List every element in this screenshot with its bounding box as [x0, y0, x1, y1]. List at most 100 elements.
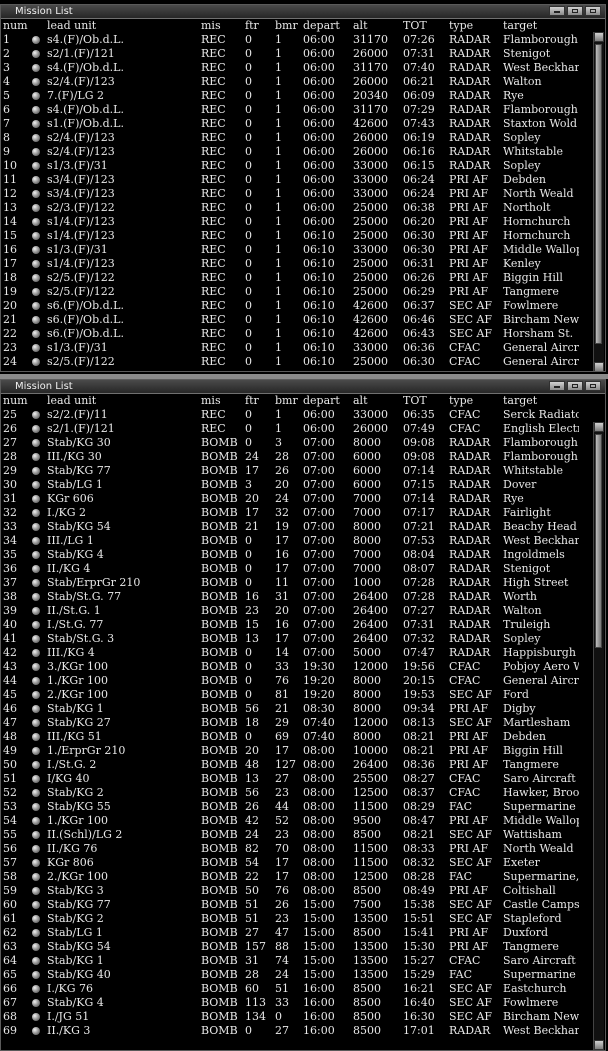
col-header-depart[interactable]: depart: [303, 394, 353, 408]
scroll-thumb[interactable]: [595, 434, 602, 648]
scrollbar[interactable]: [593, 422, 604, 1050]
table-row[interactable]: 23 s1/3.(F)/31 REC 0 1 06:10 33000 06:36 CFAC Gen…: [1, 341, 605, 355]
col-header-depart[interactable]: depart: [303, 19, 353, 33]
scroll-up-button[interactable]: [594, 32, 604, 42]
table-row[interactable]: 68 I./JG 51 BOMB 134 0 16:00 8500 16:30 SEC AF Bi…: [1, 1010, 605, 1024]
table-row[interactable]: 31 KGr 606 BOMB 20 24 07:00 7000 07:14 RADAR Rye: [1, 492, 605, 506]
table-row[interactable]: 66 I./KG 76 BOMB 60 51 16:00 8500 16:21 SEC AF Ea…: [1, 982, 605, 996]
table-row[interactable]: 24 s2/5.(F)/122 REC 0 1 06:10 25000 06:30 CFAC Ge…: [1, 355, 605, 369]
table-row[interactable]: 11 s3/4.(F)/123 REC 0 1 06:00 33000 06:24 PRI AF…: [1, 173, 605, 187]
table-row[interactable]: 5 7.(F)/LG 2 REC 0 1 06:00 20340 06:09 RADAR Rye: [1, 89, 605, 103]
table-row[interactable]: 18 s2/5.(F)/122 REC 0 1 06:10 25000 06:26 PRI AF…: [1, 271, 605, 285]
col-header-ftr[interactable]: ftr: [245, 19, 275, 33]
table-row[interactable]: 6 s4.(F)/Ob.d.L. REC 0 1 06:00 31170 07:29 RADAR…: [1, 103, 605, 117]
col-header-alt[interactable]: alt: [353, 394, 403, 408]
table-row[interactable]: 38 Stab/St.G. 77 BOMB 16 31 07:00 26400 07:28 RA…: [1, 590, 605, 604]
title-bar[interactable]: Mission List: [1, 5, 605, 19]
restore-button[interactable]: [585, 381, 601, 391]
table-row[interactable]: 69 II./KG 3 BOMB 0 27 16:00 8500 17:01 RADAR West…: [1, 1024, 605, 1038]
table-row[interactable]: 8 s2/4.(F)/123 REC 0 1 06:00 26000 06:19 RADAR So…: [1, 131, 605, 145]
table-row[interactable]: 63 Stab/KG 54 BOMB 157 88 15:00 13500 15:30 PRI …: [1, 940, 605, 954]
table-row[interactable]: 37 Stab/ErprGr 210 BOMB 0 11 07:00 1000 07:28 RA…: [1, 576, 605, 590]
scroll-thumb[interactable]: [595, 44, 602, 344]
col-header-bmr[interactable]: bmr: [275, 394, 303, 408]
table-row[interactable]: 46 Stab/KG 1 BOMB 56 21 08:30 8000 09:34 PRI AF D…: [1, 702, 605, 716]
table-row[interactable]: 25 s2/2.(F)/11 REC 0 1 06:00 33000 06:35 CFAC Ser…: [1, 408, 605, 422]
col-header-num[interactable]: num: [1, 19, 31, 33]
table-row[interactable]: 7 s1.(F)/Ob.d.L. REC 0 1 06:00 42600 07:43 RADAR…: [1, 117, 605, 131]
table-row[interactable]: 17 s1/4.(F)/123 REC 0 1 06:10 25000 06:31 PRI AF…: [1, 257, 605, 271]
scroll-up-button[interactable]: [594, 422, 604, 432]
scrollbar[interactable]: [593, 32, 604, 371]
scroll-down-button[interactable]: [594, 362, 604, 371]
col-header-tot[interactable]: TOT: [403, 19, 449, 33]
col-header-type[interactable]: type: [449, 394, 503, 408]
table-row[interactable]: 49 1./ErprGr 210 BOMB 20 17 08:00 10000 08:21 PR…: [1, 744, 605, 758]
col-header-bmr[interactable]: bmr: [275, 19, 303, 33]
col-header-lead-unit[interactable]: lead unit: [47, 394, 201, 408]
table-row[interactable]: 1 s4.(F)/Ob.d.L. REC 0 1 06:00 31170 07:26 RADAR…: [1, 33, 605, 47]
table-row[interactable]: 51 I/KG 40 BOMB 13 27 08:00 25500 08:27 CFAC Saro…: [1, 772, 605, 786]
col-header-ftr[interactable]: ftr: [245, 394, 275, 408]
col-header-mis[interactable]: mis: [201, 19, 245, 33]
table-row[interactable]: 26 s2/1.(F)/121 REC 0 1 06:00 26000 07:49 CFAC En…: [1, 422, 605, 436]
table-row[interactable]: 34 III./LG 1 BOMB 0 17 07:00 8000 07:53 RADAR Wes…: [1, 534, 605, 548]
table-row[interactable]: 56 II./KG 76 BOMB 82 70 08:00 11500 08:33 PRI AF…: [1, 842, 605, 856]
table-row[interactable]: 44 1./KGr 100 BOMB 0 76 19:20 8000 20:15 CFAC Gen…: [1, 674, 605, 688]
col-header-num[interactable]: num: [1, 394, 31, 408]
table-row[interactable]: 16 s1/3.(F)/31 REC 0 1 06:10 33000 06:30 PRI AF M…: [1, 243, 605, 257]
scroll-down-button[interactable]: [594, 1040, 604, 1050]
col-header-type[interactable]: type: [449, 19, 503, 33]
col-header-alt[interactable]: alt: [353, 19, 403, 33]
table-row[interactable]: 19 s2/5.(F)/122 REC 0 1 06:10 25000 06:29 PRI AF…: [1, 285, 605, 299]
table-row[interactable]: 13 s2/3.(F)/122 REC 0 1 06:00 25000 06:38 PRI AF…: [1, 201, 605, 215]
table-row[interactable]: 61 Stab/KG 2 BOMB 51 23 15:00 13500 15:51 SEC AF…: [1, 912, 605, 926]
table-row[interactable]: 59 Stab/KG 3 BOMB 50 76 08:00 8500 08:49 PRI AF C…: [1, 884, 605, 898]
table-row[interactable]: 64 Stab/KG 1 BOMB 31 74 15:00 13500 15:27 CFAC Sa…: [1, 954, 605, 968]
col-header-target[interactable]: target: [503, 19, 579, 33]
table-row[interactable]: 32 I./KG 2 BOMB 17 32 07:00 7000 07:17 RADAR Fair…: [1, 506, 605, 520]
col-header-tot[interactable]: TOT: [403, 394, 449, 408]
table-row[interactable]: 9 s2/4.(F)/123 REC 0 1 06:00 26000 06:16 RADAR Wh…: [1, 145, 605, 159]
table-row[interactable]: 57 KGr 806 BOMB 54 17 08:00 11500 08:32 SEC AF Ex…: [1, 856, 605, 870]
table-row[interactable]: 55 II.(Schl)/LG 2 BOMB 24 23 08:00 8500 08:21 SE…: [1, 828, 605, 842]
col-header-mis[interactable]: mis: [201, 394, 245, 408]
table-row[interactable]: 39 II./St.G. 1 BOMB 23 20 07:00 26400 07:27 RADA…: [1, 604, 605, 618]
table-row[interactable]: 42 III./KG 4 BOMB 0 14 07:00 5000 07:47 RADAR Hap…: [1, 646, 605, 660]
restore-button[interactable]: [585, 6, 601, 16]
col-header-target[interactable]: target: [503, 394, 579, 408]
maximize-button[interactable]: [567, 6, 583, 16]
table-row[interactable]: 10 s1/3.(F)/31 REC 0 1 06:00 33000 06:15 RADAR So…: [1, 159, 605, 173]
table-row[interactable]: 29 Stab/KG 77 BOMB 17 26 07:00 6000 07:14 RADAR W…: [1, 464, 605, 478]
table-row[interactable]: 2 s2/1.(F)/121 REC 0 1 06:00 26000 07:31 RADAR St…: [1, 47, 605, 61]
table-row[interactable]: 15 s1/4.(F)/123 REC 0 1 06:10 25000 06:30 PRI AF…: [1, 229, 605, 243]
table-row[interactable]: 67 Stab/KG 4 BOMB 113 33 16:00 8500 16:40 SEC AF…: [1, 996, 605, 1010]
table-row[interactable]: 14 s1/4.(F)/123 REC 0 1 06:00 25000 06:20 PRI AF…: [1, 215, 605, 229]
table-row[interactable]: 54 1./KGr 100 BOMB 42 52 08:00 9500 08:47 PRI AF…: [1, 814, 605, 828]
table-row[interactable]: 65 Stab/KG 40 BOMB 28 24 15:00 13500 15:29 FAC Su…: [1, 968, 605, 982]
table-row[interactable]: 48 III./KG 51 BOMB 0 69 07:40 8000 08:21 PRI AF D…: [1, 730, 605, 744]
table-row[interactable]: 35 Stab/KG 4 BOMB 0 16 07:00 7000 08:04 RADAR Ing…: [1, 548, 605, 562]
table-row[interactable]: 45 2./KGr 100 BOMB 0 81 19:20 8000 19:53 SEC AF F…: [1, 688, 605, 702]
table-row[interactable]: 30 Stab/LG 1 BOMB 3 20 07:00 6000 07:15 RADAR Dov…: [1, 478, 605, 492]
table-row[interactable]: 4 s2/4.(F)/123 REC 0 1 06:00 26000 06:21 RADAR Wa…: [1, 75, 605, 89]
title-bar[interactable]: Mission List: [1, 380, 605, 394]
table-row[interactable]: 50 I./St.G. 2 BOMB 48 127 08:00 26400 08:36 PRI …: [1, 758, 605, 772]
table-row[interactable]: 27 Stab/KG 30 BOMB 0 3 07:00 8000 09:08 RADAR Fla…: [1, 436, 605, 450]
table-row[interactable]: 47 Stab/KG 27 BOMB 18 29 07:40 12000 08:13 SEC A…: [1, 716, 605, 730]
table-row[interactable]: 20 s6.(F)/Ob.d.L. REC 0 1 06:10 42600 06:37 SEC …: [1, 299, 605, 313]
table-row[interactable]: 33 Stab/KG 54 BOMB 21 19 07:00 8000 07:21 RADAR B…: [1, 520, 605, 534]
minimize-button[interactable]: [549, 381, 565, 391]
maximize-button[interactable]: [567, 381, 583, 391]
table-row[interactable]: 52 Stab/KG 2 BOMB 56 23 08:00 12500 08:37 CFAC Ha…: [1, 786, 605, 800]
table-row[interactable]: 22 s6.(F)/Ob.d.L. REC 0 1 06:10 42600 06:43 SEC …: [1, 327, 605, 341]
table-row[interactable]: 36 II./KG 4 BOMB 0 17 07:00 7000 08:07 RADAR Sten…: [1, 562, 605, 576]
col-header-lead-unit[interactable]: lead unit: [47, 19, 201, 33]
table-row[interactable]: 60 Stab/KG 77 BOMB 51 26 15:00 7500 15:38 SEC AF…: [1, 898, 605, 912]
table-row[interactable]: 40 I./St.G. 77 BOMB 15 16 07:00 26400 07:31 RADA…: [1, 618, 605, 632]
table-row[interactable]: 43 3./KGr 100 BOMB 0 33 19:30 12000 19:56 CFAC Po…: [1, 660, 605, 674]
table-row[interactable]: 21 s6.(F)/Ob.d.L. REC 0 1 06:10 42600 06:46 SEC …: [1, 313, 605, 327]
table-row[interactable]: 53 Stab/KG 55 BOMB 26 44 08:00 11500 08:29 FAC Su…: [1, 800, 605, 814]
table-row[interactable]: 58 2./KGr 100 BOMB 22 17 08:00 12500 08:28 FAC Su…: [1, 870, 605, 884]
table-row[interactable]: 41 Stab/St.G. 3 BOMB 13 17 07:00 26400 07:32 RAD…: [1, 632, 605, 646]
